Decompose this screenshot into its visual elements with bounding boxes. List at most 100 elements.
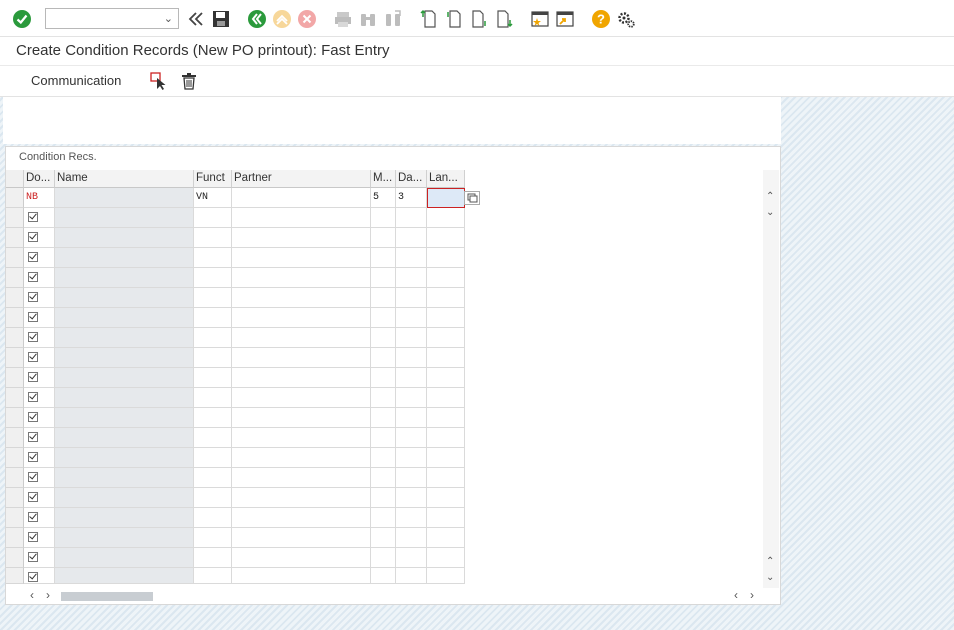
scroll-thumb[interactable] <box>61 592 153 601</box>
table-cell[interactable] <box>427 268 465 288</box>
table-cell[interactable] <box>232 208 371 228</box>
table-cell[interactable] <box>194 208 232 228</box>
communication-button[interactable]: Communication <box>31 73 121 88</box>
table-cell[interactable] <box>371 508 396 528</box>
last-page-icon[interactable] <box>494 9 514 29</box>
table-cell[interactable] <box>427 528 465 548</box>
table-cell[interactable] <box>194 388 232 408</box>
table-cell[interactable] <box>194 548 232 568</box>
table-cell[interactable] <box>427 428 465 448</box>
table-cell[interactable] <box>427 288 465 308</box>
row-selector[interactable] <box>6 548 24 568</box>
table-cell[interactable] <box>427 408 465 428</box>
row-selector[interactable] <box>6 528 24 548</box>
col-header-function[interactable]: Funct <box>194 170 232 188</box>
table-cell[interactable] <box>194 448 232 468</box>
checkbox-icon[interactable] <box>28 212 38 222</box>
table-cell[interactable] <box>427 488 465 508</box>
select-pointer-icon[interactable] <box>149 71 169 91</box>
row-selector[interactable] <box>6 408 24 428</box>
table-cell[interactable] <box>194 468 232 488</box>
row-selector[interactable] <box>6 388 24 408</box>
create-session-icon[interactable] <box>530 9 550 29</box>
checkbox-icon[interactable] <box>28 312 38 322</box>
prev-page-icon[interactable] <box>444 9 464 29</box>
table-cell[interactable] <box>194 428 232 448</box>
row-selector[interactable] <box>6 508 24 528</box>
language-cell[interactable] <box>427 188 465 208</box>
table-cell[interactable] <box>396 488 427 508</box>
checkbox-icon[interactable] <box>28 572 38 582</box>
table-cell[interactable] <box>371 288 396 308</box>
delete-icon[interactable] <box>179 71 199 91</box>
page-up-icon[interactable]: ⌃ <box>766 556 774 567</box>
table-cell[interactable] <box>194 408 232 428</box>
page-down-icon[interactable]: ⌄ <box>766 572 774 583</box>
checkbox-icon[interactable] <box>28 272 38 282</box>
table-cell[interactable] <box>371 268 396 288</box>
row-selector[interactable] <box>6 268 24 288</box>
table-cell[interactable] <box>194 228 232 248</box>
table-cell[interactable] <box>194 268 232 288</box>
table-cell[interactable] <box>194 288 232 308</box>
row-selector[interactable] <box>6 348 24 368</box>
table-cell[interactable] <box>232 428 371 448</box>
scroll-right-end-icon[interactable]: › <box>750 588 754 602</box>
row-selector-header[interactable] <box>6 170 24 188</box>
checkbox-icon[interactable] <box>28 412 38 422</box>
table-cell[interactable] <box>371 448 396 468</box>
checkbox-cell[interactable] <box>24 368 55 388</box>
table-cell[interactable] <box>396 548 427 568</box>
scroll-left-end-icon[interactable]: ‹ <box>734 588 738 602</box>
table-cell[interactable] <box>194 308 232 328</box>
checkbox-cell[interactable] <box>24 248 55 268</box>
checkbox-cell[interactable] <box>24 488 55 508</box>
checkbox-icon[interactable] <box>28 232 38 242</box>
settings-icon[interactable] <box>616 9 636 29</box>
table-cell[interactable] <box>232 568 371 584</box>
checkbox-cell[interactable] <box>24 508 55 528</box>
checkbox-icon[interactable] <box>28 512 38 522</box>
checkbox-cell[interactable] <box>24 448 55 468</box>
scroll-up-icon[interactable]: ⌃ <box>766 191 774 202</box>
table-cell[interactable] <box>396 468 427 488</box>
table-cell[interactable] <box>371 468 396 488</box>
table-cell[interactable] <box>427 208 465 228</box>
table-cell[interactable] <box>396 348 427 368</box>
table-cell[interactable] <box>232 448 371 468</box>
table-cell[interactable] <box>232 288 371 308</box>
help-icon[interactable]: ? <box>591 9 611 29</box>
table-cell[interactable] <box>396 328 427 348</box>
table-cell[interactable] <box>396 428 427 448</box>
table-cell[interactable] <box>371 248 396 268</box>
back-double-icon[interactable] <box>186 9 206 29</box>
checkbox-cell[interactable] <box>24 568 55 584</box>
table-cell[interactable] <box>396 288 427 308</box>
table-cell[interactable] <box>194 508 232 528</box>
table-cell[interactable] <box>194 248 232 268</box>
table-cell[interactable] <box>232 368 371 388</box>
checkbox-cell[interactable] <box>24 388 55 408</box>
table-cell[interactable] <box>427 328 465 348</box>
row-selector[interactable] <box>6 468 24 488</box>
checkbox-icon[interactable] <box>28 532 38 542</box>
table-cell[interactable] <box>427 388 465 408</box>
medium-cell[interactable]: 5 <box>371 188 396 208</box>
table-cell[interactable] <box>396 208 427 228</box>
row-selector[interactable] <box>6 248 24 268</box>
next-page-icon[interactable] <box>469 9 489 29</box>
table-cell[interactable] <box>371 388 396 408</box>
checkbox-cell[interactable] <box>24 308 55 328</box>
table-cell[interactable] <box>371 228 396 248</box>
checkbox-cell[interactable] <box>24 288 55 308</box>
table-cell[interactable] <box>232 528 371 548</box>
table-cell[interactable] <box>396 408 427 428</box>
partner-cell[interactable] <box>232 188 371 208</box>
table-cell[interactable] <box>232 268 371 288</box>
checkbox-cell[interactable] <box>24 428 55 448</box>
table-cell[interactable] <box>371 328 396 348</box>
table-cell[interactable] <box>194 368 232 388</box>
checkbox-icon[interactable] <box>28 492 38 502</box>
table-cell[interactable] <box>232 488 371 508</box>
table-cell[interactable] <box>427 568 465 584</box>
